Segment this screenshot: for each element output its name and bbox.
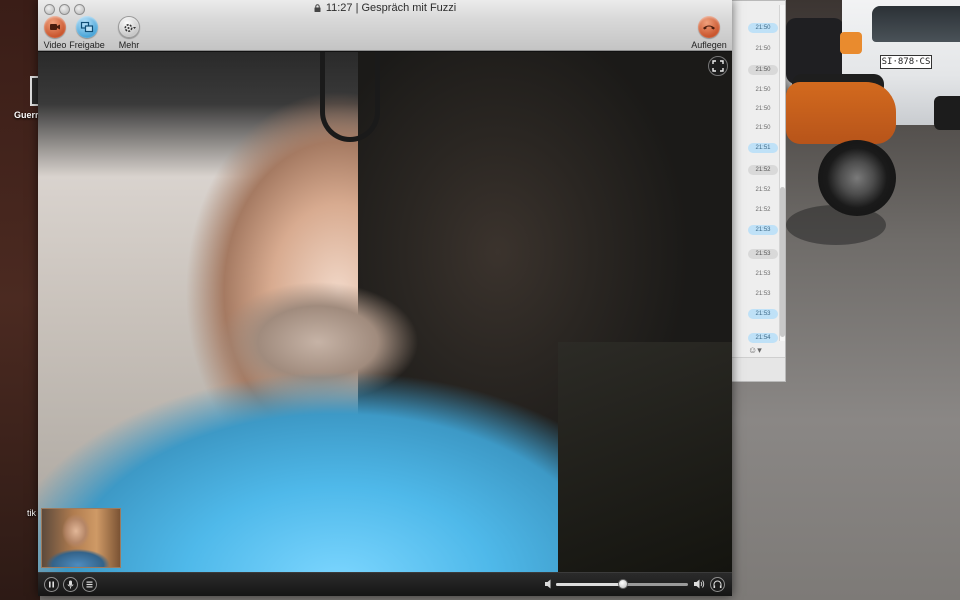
chat-message-timestamp: 21:53 <box>748 225 778 235</box>
chat-message-row[interactable]: 21:53 <box>734 307 778 321</box>
volume-slider-fill <box>556 583 624 586</box>
phone-hangup-icon <box>698 16 720 38</box>
volume-slider[interactable] <box>556 579 688 589</box>
chat-message-timestamp: 21:53 <box>748 249 778 259</box>
chat-message-row[interactable]: 21:50 <box>734 102 778 116</box>
chat-message-timestamp: 21:52 <box>755 207 771 213</box>
chat-message-row[interactable]: 21:53 <box>734 267 778 281</box>
pause-button[interactable] <box>44 577 59 592</box>
background-car-wheel <box>934 96 960 130</box>
desktop-icon-label-2[interactable]: tik <box>27 508 36 518</box>
chat-message-timestamp: 21:50 <box>755 106 771 112</box>
mute-button[interactable] <box>63 577 78 592</box>
chat-message-row[interactable]: 21:50 <box>734 83 778 97</box>
chat-panel: 21:50 21:50 21:50 21:50 21:50 21:50 21:51 21:52… <box>731 0 786 382</box>
chat-message-timestamp: 21:50 <box>755 46 771 52</box>
chat-message-timestamp: 21:50 <box>755 87 771 93</box>
dialpad-button[interactable] <box>82 577 97 592</box>
chat-message-row[interactable]: 21:53 <box>734 223 778 237</box>
chat-message-timestamp: 21:53 <box>755 271 771 277</box>
more-button-label: Mehr <box>118 40 140 50</box>
chat-message-row[interactable]: 21:51 <box>734 141 778 155</box>
pause-icon <box>49 581 54 588</box>
dialpad-icon <box>86 581 93 588</box>
chat-message-row[interactable]: 21:52 <box>734 203 778 217</box>
chat-message-row[interactable]: 21:50 <box>734 63 778 77</box>
emoticon-picker-button[interactable]: ☺▾ <box>748 345 762 356</box>
call-control-bar <box>38 572 732 596</box>
chat-message-timestamp: 21:50 <box>748 23 778 33</box>
titlebar: 11:27 | Gespräch mit Fuzzi Video Freigab… <box>38 0 732 51</box>
background-car-light <box>840 32 862 54</box>
chat-message-timestamp: 21:52 <box>748 165 778 175</box>
lock-icon <box>314 4 321 12</box>
background-car-plate: SI·878·CS <box>880 55 932 69</box>
remote-video-feed[interactable] <box>38 52 732 572</box>
chat-message-timestamp: 21:54 <box>748 333 778 343</box>
chat-message-timestamp: 21:51 <box>748 143 778 153</box>
volume-slider-knob[interactable] <box>618 579 629 589</box>
remote-video-jacket <box>558 342 732 572</box>
chat-message-row[interactable]: 21:50 <box>734 42 778 56</box>
background-scooter <box>786 82 896 144</box>
gear-icon <box>118 16 140 38</box>
chat-message-row[interactable]: 21:54 <box>734 331 778 345</box>
headset-icon <box>713 580 722 588</box>
more-button[interactable]: Mehr <box>104 16 154 50</box>
chat-scrollbar-thumb[interactable] <box>780 187 785 337</box>
chat-message-timestamp: 21:53 <box>755 291 771 297</box>
chat-message-timestamp: 21:50 <box>748 65 778 75</box>
chat-message-row[interactable]: 21:50 <box>734 121 778 135</box>
hangup-button[interactable]: Auflegen <box>684 16 734 50</box>
chat-input-area[interactable] <box>732 357 785 381</box>
chat-message-timestamp: 21:52 <box>755 187 771 193</box>
microphone-icon <box>67 580 74 589</box>
background-scooter-wheel <box>818 140 896 216</box>
remote-video-glasses <box>320 52 380 142</box>
fullscreen-icon <box>712 60 724 72</box>
chat-message-row[interactable]: 21:53 <box>734 287 778 301</box>
audio-device-button[interactable] <box>710 577 725 592</box>
window-title: 11:27 | Gespräch mit Fuzzi <box>325 2 457 14</box>
background-car-window <box>872 6 960 42</box>
call-window: 11:27 | Gespräch mit Fuzzi Video Freigab… <box>38 0 732 596</box>
chat-message-row[interactable]: 21:52 <box>734 183 778 197</box>
chat-message-row[interactable]: 21:53 <box>734 247 778 261</box>
window-title-bar: 11:27 | Gespräch mit Fuzzi <box>38 2 732 14</box>
volume-low-icon <box>545 579 551 589</box>
chat-message-row[interactable]: 21:50 <box>734 21 778 35</box>
screen-share-icon <box>76 16 98 38</box>
chat-message-timestamp: 21:53 <box>748 309 778 319</box>
chat-message-timestamp: 21:50 <box>755 125 771 131</box>
hangup-button-label: Auflegen <box>691 40 727 50</box>
self-view-preview[interactable] <box>41 508 121 568</box>
chat-message-row[interactable]: 21:52 <box>734 163 778 177</box>
volume-high-icon <box>694 579 705 589</box>
fullscreen-button[interactable] <box>708 56 728 76</box>
